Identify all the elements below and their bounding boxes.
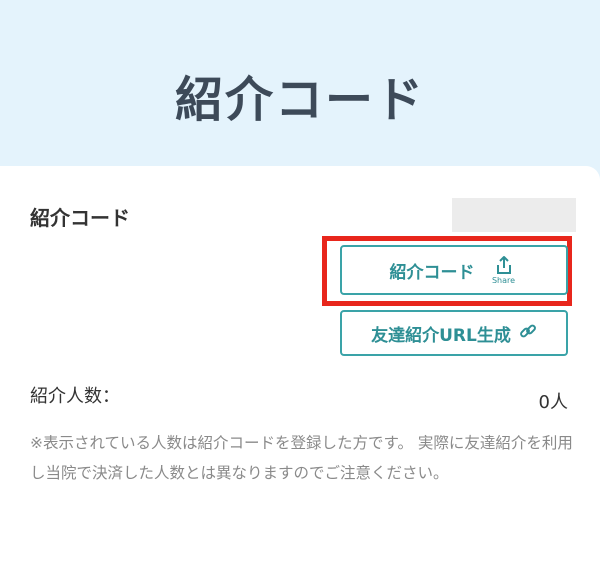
referral-code-value xyxy=(452,198,576,232)
referral-count-value: 0人 xyxy=(538,392,568,413)
share-caption: Share xyxy=(491,276,516,285)
link-icon xyxy=(519,322,537,345)
page-title: 紹介コード xyxy=(174,72,425,128)
share-icon: Share xyxy=(489,255,519,285)
referral-count-label: 紹介人数： xyxy=(30,386,120,407)
notice-text: ※表示されている人数は紹介コードを登録した方です。 実際に友達紹介を利用し当院で… xyxy=(30,434,573,482)
generate-url-button-label: 友達紹介URL生成 xyxy=(371,325,511,346)
generate-url-button[interactable]: 友達紹介URL生成 xyxy=(340,310,568,356)
share-code-button-label: 紹介コード xyxy=(389,262,475,283)
share-code-button[interactable]: 紹介コード Share xyxy=(340,245,568,295)
referral-code-label: 紹介コード xyxy=(30,206,130,230)
